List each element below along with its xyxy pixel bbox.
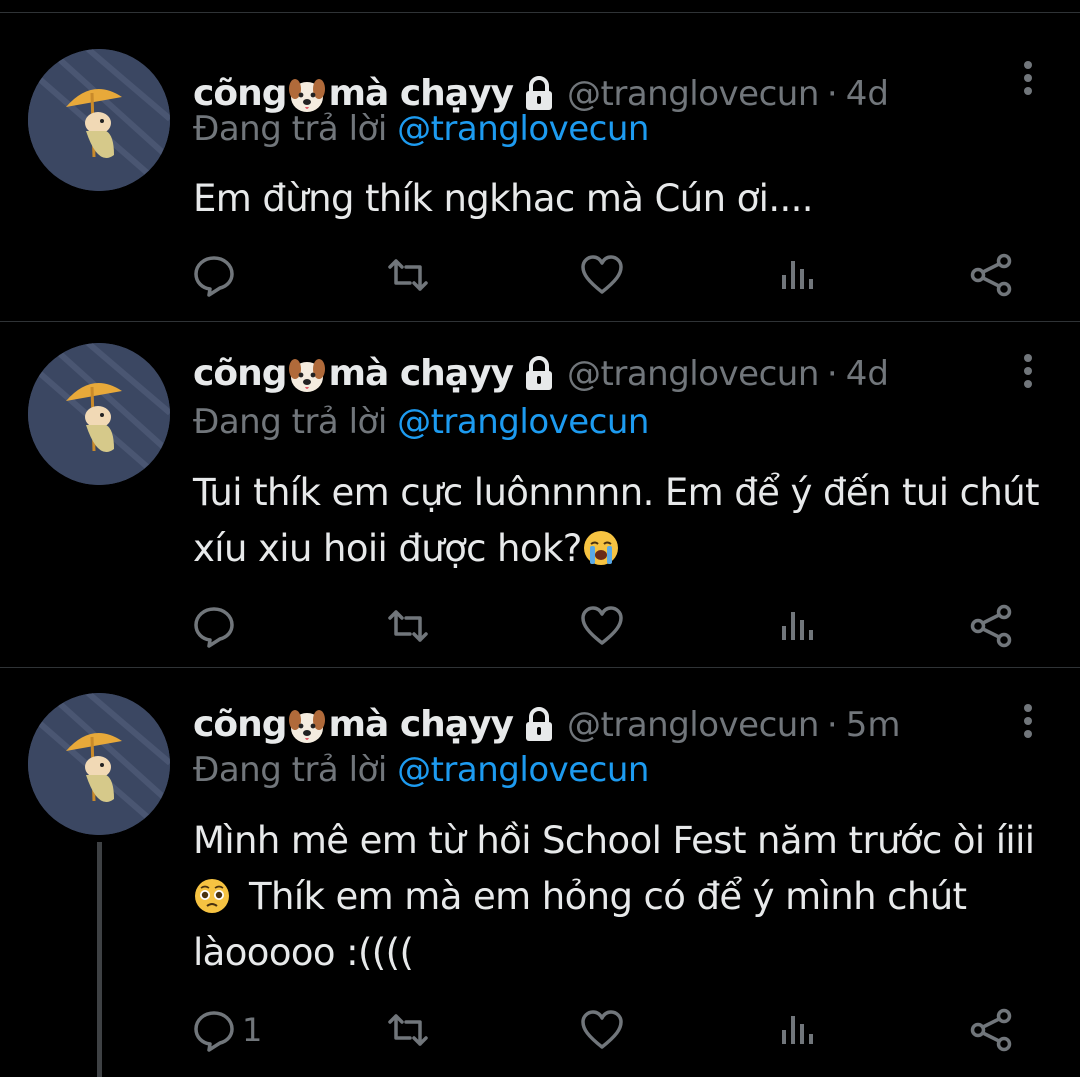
avatar[interactable] xyxy=(28,49,170,191)
avatar[interactable] xyxy=(28,343,170,485)
user-handle[interactable]: @tranglovecun xyxy=(567,705,819,745)
replying-to: Đang trả lời @tranglovecun xyxy=(193,402,649,442)
display-name-part2: mà chạyy xyxy=(328,704,514,745)
more-options-icon[interactable] xyxy=(1018,59,1038,99)
tweet-text-line-with-emoji: Thík em mà em hỏng có để ý mình chút xyxy=(193,869,1053,925)
replying-to-label: Đang trả lời xyxy=(193,402,387,442)
lock-icon xyxy=(526,356,553,390)
tweet-text-line: xíu xiu hoii được hok? xyxy=(193,527,582,570)
retweet-button[interactable] xyxy=(386,601,430,651)
tweet-text-line: Thík em mà em hỏng có để ý mình chút xyxy=(249,875,967,918)
heart-icon xyxy=(581,255,623,294)
thread-connector-line xyxy=(97,842,102,1077)
more-options-icon[interactable] xyxy=(1018,702,1038,742)
user-handle[interactable]: @tranglovecun xyxy=(567,74,819,114)
reply-icon xyxy=(194,607,234,648)
like-button[interactable] xyxy=(580,601,624,651)
separator-dot: · xyxy=(826,74,838,114)
reply-button[interactable]: 1 xyxy=(192,1005,262,1055)
replying-to-label: Đang trả lời xyxy=(193,109,387,149)
top-divider xyxy=(0,0,1080,13)
retweet-button[interactable] xyxy=(386,250,430,300)
views-button[interactable] xyxy=(776,1005,820,1055)
share-button[interactable] xyxy=(970,601,1014,651)
share-button[interactable] xyxy=(970,1005,1014,1055)
reply-count: 1 xyxy=(242,1011,263,1049)
retweet-icon xyxy=(388,610,428,642)
tweet-text: Tui thík em cực luônnnnn. Em để ý đến tu… xyxy=(193,465,1053,577)
user-handle[interactable]: @tranglovecun xyxy=(567,354,819,394)
replying-to-mention[interactable]: @tranglovecun xyxy=(397,750,649,790)
timestamp[interactable]: 4d xyxy=(846,354,889,394)
tweet-1[interactable]: cõng mà chạyy @tranglovecun · 4d Đang trả… xyxy=(0,13,1080,322)
like-button[interactable] xyxy=(580,250,624,300)
retweet-icon xyxy=(388,259,428,291)
dog-face-icon xyxy=(289,359,326,392)
tweet-2[interactable]: cõng mà chạyy @tranglovecun · 4d Đang trả… xyxy=(0,322,1080,668)
retweet-button[interactable] xyxy=(386,1005,430,1055)
action-bar xyxy=(0,601,1080,651)
replying-to-label: Đang trả lời xyxy=(193,750,387,790)
views-icon xyxy=(782,261,813,289)
reply-button[interactable] xyxy=(192,601,236,651)
action-bar: 1 xyxy=(0,1005,1080,1055)
avatar-image xyxy=(28,693,170,835)
tweet-text: Mình mê em từ hồi School Fest năm trước … xyxy=(193,813,1053,981)
avatar[interactable] xyxy=(28,693,170,835)
tweet-text-line: làooooo :(((( xyxy=(193,931,414,974)
views-icon xyxy=(782,612,813,640)
display-name-part1: cõng xyxy=(193,704,287,745)
replying-to: Đang trả lời @tranglovecun xyxy=(193,750,649,790)
pleading-face-icon xyxy=(195,879,229,913)
tweet-text-line-with-emoji: xíu xiu hoii được hok? xyxy=(193,521,1053,577)
tweet-text-line: Em đừng thík ngkhac mà Cún ơi.... xyxy=(193,177,814,220)
display-name-part2: mà chạyy xyxy=(328,73,514,114)
more-options-icon[interactable] xyxy=(1018,352,1038,392)
heart-icon xyxy=(581,606,623,645)
tweet-header: cõng mà chạyy @tranglovecun · 4d xyxy=(193,348,889,400)
separator-dot: · xyxy=(826,705,838,745)
separator-dot: · xyxy=(826,354,838,394)
display-name-part2: mà chạyy xyxy=(328,353,514,394)
heart-icon xyxy=(581,1010,623,1049)
tweet-text: Em đừng thík ngkhac mà Cún ơi.... xyxy=(193,171,1053,227)
share-icon xyxy=(970,1008,1012,1052)
timestamp[interactable]: 5m xyxy=(846,705,901,745)
share-icon xyxy=(970,604,1012,648)
share-button[interactable] xyxy=(970,250,1014,300)
lock-icon xyxy=(526,707,553,741)
like-button[interactable] xyxy=(580,1005,624,1055)
display-name[interactable]: cõng mà chạyy xyxy=(193,704,514,746)
tweet-header: cõng mà chạyy @tranglovecun · 5m xyxy=(193,699,900,751)
views-button[interactable] xyxy=(776,250,820,300)
views-button[interactable] xyxy=(776,601,820,651)
replying-to-mention[interactable]: @tranglovecun xyxy=(397,109,649,149)
share-icon xyxy=(970,253,1012,297)
tweet-text-line: Mình mê em từ hồi School Fest năm trước … xyxy=(193,819,1035,862)
loudly-crying-face-icon xyxy=(583,531,618,565)
reply-icon xyxy=(194,1011,234,1052)
avatar-image xyxy=(28,49,170,191)
tweet-3[interactable]: cõng mà chạyy @tranglovecun · 5m Đang trả… xyxy=(0,668,1080,1077)
display-name-part1: cõng xyxy=(193,353,287,394)
display-name-part1: cõng xyxy=(193,73,287,114)
reply-icon xyxy=(194,256,234,297)
display-name[interactable]: cõng mà chạyy xyxy=(193,353,514,395)
action-bar xyxy=(0,250,1080,300)
dog-face-icon xyxy=(289,710,326,743)
views-icon xyxy=(782,1016,813,1044)
lock-icon xyxy=(526,76,553,110)
avatar-image xyxy=(28,343,170,485)
reply-button[interactable] xyxy=(192,250,236,300)
timestamp[interactable]: 4d xyxy=(846,74,889,114)
retweet-icon xyxy=(388,1014,428,1046)
tweet-text-line: Tui thík em cực luônnnnn. Em để ý đến tu… xyxy=(193,471,1040,514)
replying-to-mention[interactable]: @tranglovecun xyxy=(397,402,649,442)
replying-to: Đang trả lời @tranglovecun xyxy=(193,109,649,149)
